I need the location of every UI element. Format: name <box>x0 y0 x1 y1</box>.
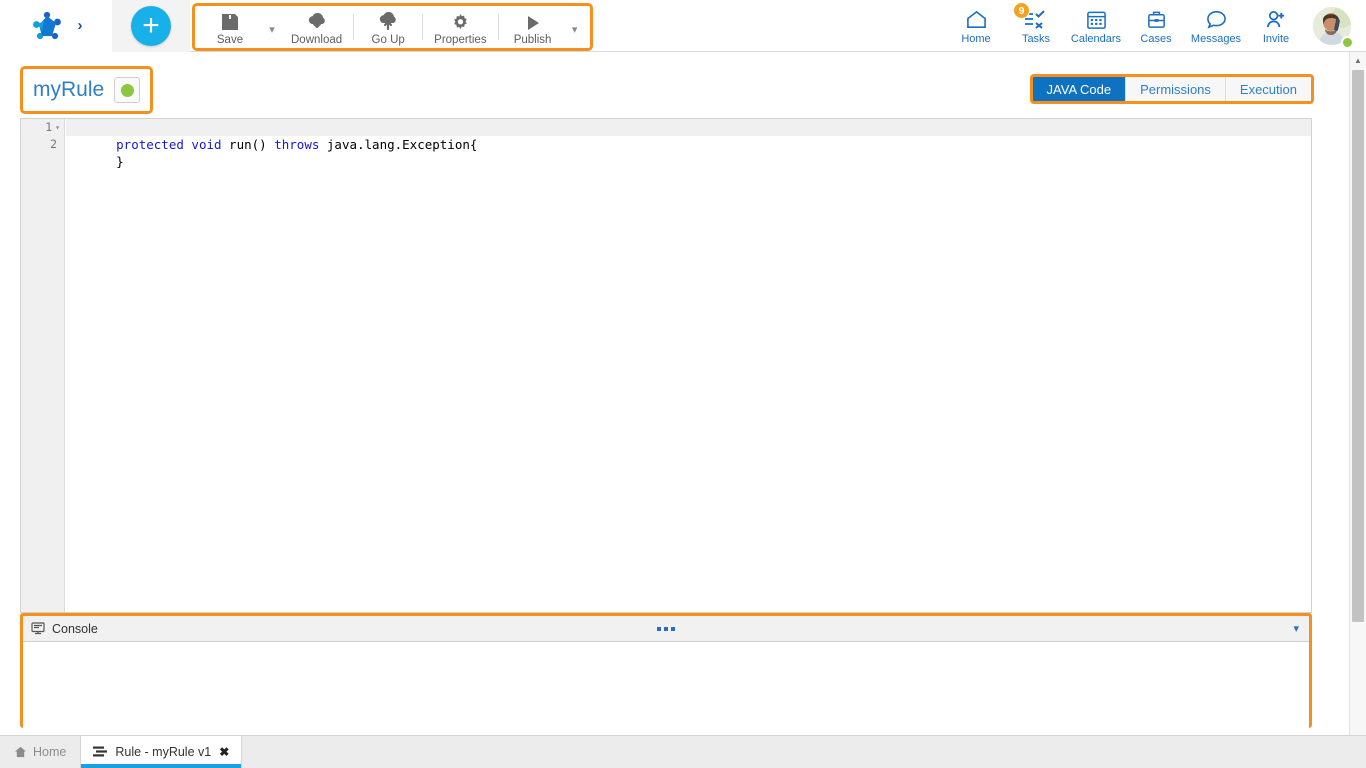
avatar[interactable] <box>1306 0 1358 52</box>
scrollbar-thumb[interactable] <box>1352 70 1364 622</box>
taskbar-tab-rule[interactable]: Rule - myRule v1 ✖ <box>80 736 243 768</box>
logo-zone: › <box>0 0 112 52</box>
add-new-button[interactable]: + <box>131 5 171 46</box>
line-number-row: 1 ▾ <box>21 119 64 136</box>
document-status-indicator[interactable] <box>114 77 141 103</box>
go-up-label: Go Up <box>371 33 405 46</box>
page-title: myRule <box>33 78 105 101</box>
cloud-download-icon <box>306 10 328 32</box>
line-number: 1 <box>45 120 53 134</box>
save-label: Save <box>216 33 244 46</box>
publish-dropdown-caret-icon[interactable]: ▾ <box>564 6 586 48</box>
document-title-box[interactable]: myRule <box>20 66 154 114</box>
active-tab-underline <box>81 764 242 768</box>
code-line: protected void run() throws java.lang.Ex… <box>66 119 1311 152</box>
home-icon <box>965 8 988 32</box>
nav-label-invite: Invite <box>1262 32 1290 45</box>
code-token: java.lang.Exception{ <box>319 137 478 152</box>
code-token: run() <box>221 137 275 152</box>
global-nav: Home 9 Tasks Calendars Cases Messages In… <box>946 0 1358 52</box>
toolbar-separator <box>422 14 424 40</box>
console-header[interactable]: Console ▾ <box>23 616 1309 642</box>
editor-toolbar: Save ▾ Download Go Up Properties Publish… <box>192 3 593 51</box>
status-dot-icon <box>120 83 134 97</box>
nav-item-messages[interactable]: Messages <box>1186 0 1246 52</box>
toolbar-separator <box>353 14 355 40</box>
bonita-logo[interactable] <box>30 9 64 43</box>
close-icon[interactable]: ✖ <box>219 745 229 759</box>
speech-bubble-icon <box>1205 8 1228 32</box>
go-up-button[interactable]: Go Up <box>357 6 419 48</box>
home-icon <box>14 746 27 758</box>
editor-gutter: 1 ▾ 2 <box>21 119 65 612</box>
chevron-down-icon[interactable]: ▾ <box>1293 622 1299 635</box>
nav-item-cases[interactable]: Cases <box>1126 0 1186 52</box>
properties-label: Properties <box>434 33 487 46</box>
code-token: } <box>116 154 124 169</box>
editor-tabs: JAVA Code Permissions Execution <box>1029 74 1314 104</box>
console-monitor-icon <box>31 622 45 635</box>
console-panel: Console ▾ <box>20 613 1312 751</box>
download-label: Download <box>291 33 343 46</box>
bottom-taskbar: Home Rule - myRule v1 ✖ <box>0 735 1366 768</box>
nav-label-home: Home <box>961 32 991 45</box>
add-zone: + <box>112 0 190 52</box>
fold-toggle-icon[interactable]: ▾ <box>55 119 60 136</box>
taskbar-tab-label: Rule - myRule v1 <box>115 745 212 759</box>
save-dropdown-caret-icon[interactable]: ▾ <box>261 6 283 48</box>
nav-label-tasks: Tasks <box>1021 32 1051 45</box>
add-user-icon <box>1265 8 1288 32</box>
play-icon <box>523 10 543 32</box>
nav-label-cases: Cases <box>1140 32 1172 45</box>
briefcase-icon <box>1146 8 1167 32</box>
sidebar-expand-chevron-icon[interactable]: › <box>78 17 83 34</box>
code-token: protected <box>116 137 184 152</box>
taskbar-home-item[interactable]: Home <box>0 736 80 768</box>
code-token: throws <box>274 137 320 152</box>
line-number-row: 2 <box>21 136 64 153</box>
nav-item-calendars[interactable]: Calendars <box>1066 0 1126 52</box>
vertical-scrollbar[interactable]: ▲ ▼ <box>1349 52 1366 752</box>
top-header: › + Save ▾ Download Go Up Properties Pub… <box>0 0 1366 52</box>
line-number: 2 <box>50 137 57 151</box>
properties-button[interactable]: Properties <box>426 6 494 48</box>
save-floppy-icon <box>220 10 240 32</box>
code-token: void <box>191 137 222 152</box>
nav-item-invite[interactable]: Invite <box>1246 0 1306 52</box>
tab-permissions[interactable]: Permissions <box>1126 77 1226 101</box>
nav-label-messages: Messages <box>1190 32 1242 45</box>
nav-item-tasks[interactable]: 9 Tasks <box>1006 0 1066 52</box>
tab-execution[interactable]: Execution <box>1225 77 1311 101</box>
nav-label-calendars: Calendars <box>1070 32 1122 45</box>
drag-handle-dots[interactable] <box>657 626 675 631</box>
code-editor[interactable]: 1 ▾ 2 protected void run() throws java.l… <box>20 118 1312 613</box>
publish-label: Publish <box>513 33 552 46</box>
publish-button[interactable]: Publish <box>502 6 564 48</box>
gear-icon <box>451 10 470 32</box>
toolbar-separator <box>497 14 499 40</box>
taskbar-home-label: Home <box>33 745 67 759</box>
status-badge <box>1341 36 1354 49</box>
save-button[interactable]: Save <box>199 6 261 48</box>
scroll-up-arrow-icon[interactable]: ▲ <box>1350 52 1366 69</box>
rule-icon <box>93 746 108 758</box>
code-content[interactable]: protected void run() throws java.lang.Ex… <box>66 119 1311 612</box>
calendar-icon <box>1086 8 1107 32</box>
cloud-upload-icon <box>377 10 399 32</box>
tab-java-code[interactable]: JAVA Code <box>1032 77 1127 101</box>
download-button[interactable]: Download <box>283 6 350 48</box>
console-title: Console <box>52 621 98 636</box>
tasks-badge: 9 <box>1013 2 1030 19</box>
nav-item-home[interactable]: Home <box>946 0 1006 52</box>
